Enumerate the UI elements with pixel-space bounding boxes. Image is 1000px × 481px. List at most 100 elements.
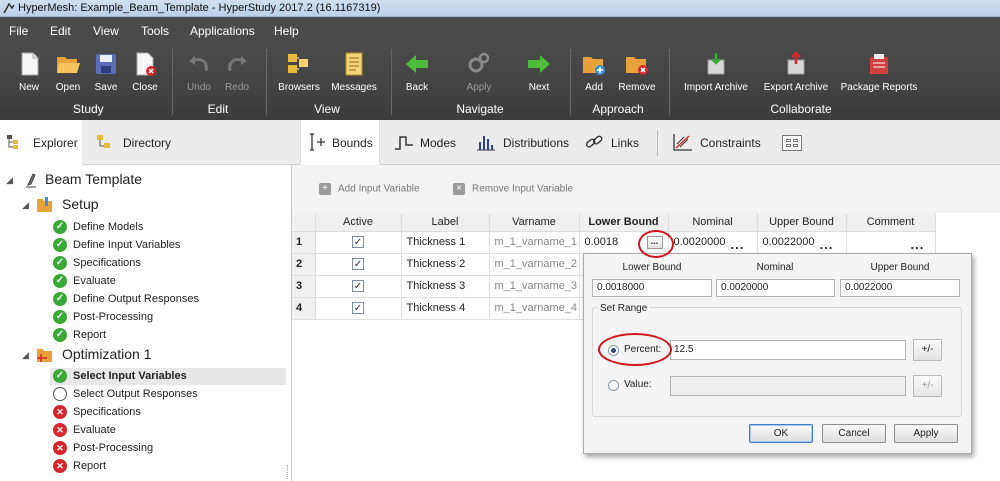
tree-item-evaluate[interactable]: Evaluate <box>50 422 250 439</box>
tree-item-report[interactable]: Report <box>50 458 250 475</box>
column-header-comment[interactable]: Comment <box>846 213 936 232</box>
menu-tools[interactable]: Tools <box>141 24 169 38</box>
tree-item-define-input-variables[interactable]: Define Input Variables <box>50 237 250 254</box>
tree-item-optimization-1[interactable]: ◢ Optimization 1 <box>22 346 222 364</box>
tree-item-define-output-responses[interactable]: Define Output Responses <box>50 291 250 308</box>
menu-bar: File Edit View Tools Applications Help <box>0 17 1000 45</box>
constraints-icon <box>673 134 692 151</box>
varname-cell[interactable]: m_1_varname_1 <box>489 231 580 254</box>
value-radio[interactable] <box>608 380 619 391</box>
apply-dialog-button[interactable]: Apply <box>894 424 958 443</box>
remove-button[interactable]: Remove <box>617 51 657 93</box>
open-button[interactable]: Open <box>52 51 84 93</box>
tab-links[interactable]: Links <box>580 120 644 165</box>
column-header-label[interactable]: Label <box>401 213 490 232</box>
tree-item-post-processing[interactable]: Post-Processing <box>50 440 250 457</box>
active-checkbox[interactable]: ✓ <box>315 275 402 298</box>
back-button[interactable]: Back <box>402 51 432 93</box>
varname-cell[interactable]: m_1_varname_3 <box>489 275 580 298</box>
tab-bounds[interactable]: Bounds <box>300 120 380 165</box>
tab-constraints[interactable]: Constraints <box>669 120 761 165</box>
value-input[interactable] <box>670 376 906 396</box>
percent-input[interactable]: 12.5 <box>670 340 906 360</box>
add-button[interactable]: Add <box>580 51 608 93</box>
package-reports-button[interactable]: Package Reports <box>840 51 918 93</box>
ellipsis-button[interactable]: ... <box>820 237 834 252</box>
popup-lower-bound-input[interactable]: 0.0018000 <box>592 279 712 297</box>
remove-input-variable-button[interactable]: × Remove Input Variable <box>453 183 573 195</box>
tree-item-setup[interactable]: ◢ Setup <box>22 196 222 214</box>
tree-item-post-processing[interactable]: Post-Processing <box>50 309 250 326</box>
nominal-cell[interactable]: 0.0020000 ... <box>668 231 758 254</box>
tree-item-select-output-responses[interactable]: Select Output Responses <box>50 386 250 403</box>
ellipsis-button[interactable]: ... <box>731 237 745 252</box>
package-reports-icon <box>870 54 888 74</box>
menu-file[interactable]: File <box>9 24 28 38</box>
close-button[interactable]: Close <box>129 51 161 93</box>
label-cell[interactable]: Thickness 1 <box>401 231 490 254</box>
tab-distributions[interactable]: Distributions <box>471 120 569 165</box>
links-icon <box>585 135 603 148</box>
next-button[interactable]: Next <box>524 51 554 93</box>
column-header-lower-bound[interactable]: Lower Bound <box>579 213 669 232</box>
menu-applications[interactable]: Applications <box>190 24 255 38</box>
popup-nominal-input[interactable]: 0.0020000 <box>716 279 835 297</box>
active-checkbox[interactable]: ✓ <box>315 297 402 320</box>
popup-upper-bound-input[interactable]: 0.0022000 <box>840 279 960 297</box>
tree-item-report[interactable]: Report <box>50 327 250 344</box>
new-button[interactable]: New <box>13 51 45 93</box>
add-input-variable-button[interactable]: + Add Input Variable <box>319 183 420 195</box>
apply-button[interactable]: Apply <box>464 51 494 93</box>
cancel-button[interactable]: Cancel <box>822 424 886 443</box>
microscope-icon <box>26 173 36 188</box>
column-header-varname[interactable]: Varname <box>489 213 580 232</box>
undo-button[interactable]: Undo <box>184 51 214 93</box>
check-circle-icon <box>53 369 67 383</box>
varname-cell[interactable]: m_1_varname_2 <box>489 253 580 276</box>
ok-button[interactable]: OK <box>749 424 813 443</box>
tree-item-define-models[interactable]: Define Models <box>50 219 250 236</box>
browsers-button[interactable]: Browsers <box>277 51 321 93</box>
table-row[interactable]: 1 ✓ Thickness 1 m_1_varname_1 0.0018 ...… <box>292 231 936 254</box>
tab-explorer[interactable]: Explorer <box>0 120 82 165</box>
ribbon-separator <box>172 49 173 115</box>
import-archive-button[interactable]: Import Archive <box>682 51 750 93</box>
label-cell[interactable]: Thickness 2 <box>401 253 490 276</box>
percent-plus-minus-button[interactable]: +/- <box>913 339 942 361</box>
menu-view[interactable]: View <box>93 24 119 38</box>
export-archive-button[interactable]: Export Archive <box>762 51 830 93</box>
splitter-handle[interactable] <box>287 465 291 479</box>
value-plus-minus-button[interactable]: +/- <box>913 375 942 397</box>
ellipsis-button[interactable]: ... <box>911 237 925 252</box>
x-icon: × <box>453 183 465 195</box>
bounds-icon <box>310 133 325 151</box>
messages-button[interactable]: Messages <box>331 51 377 93</box>
column-header-active[interactable]: Active <box>315 213 402 232</box>
active-checkbox[interactable]: ✓ <box>315 231 402 254</box>
label-cell[interactable]: Thickness 4 <box>401 297 490 320</box>
label-cell[interactable]: Thickness 3 <box>401 275 490 298</box>
ribbon-toolbar: New Open Save Close Undo Redo Browsers M… <box>0 45 1000 120</box>
grid-layout-icon[interactable] <box>782 135 802 151</box>
varname-cell[interactable]: m_1_varname_4 <box>489 297 580 320</box>
tree-item-beam-template[interactable]: ◢ Beam Template <box>6 171 206 189</box>
menu-help[interactable]: Help <box>274 24 299 38</box>
tree-item-evaluate[interactable]: Evaluate <box>50 273 250 290</box>
distributions-icon <box>477 136 495 151</box>
tree-item-specifications[interactable]: Specifications <box>50 404 250 421</box>
comment-cell[interactable]: ... <box>846 231 936 254</box>
column-header-nominal[interactable]: Nominal <box>668 213 758 232</box>
tab-directory[interactable]: Directory <box>90 120 190 165</box>
active-checkbox[interactable]: ✓ <box>315 253 402 276</box>
menu-edit[interactable]: Edit <box>50 24 71 38</box>
group-collaborate: Collaborate <box>770 102 832 116</box>
redo-button[interactable]: Redo <box>222 51 252 93</box>
group-view: View <box>314 102 340 116</box>
tree-item-select-input-variables[interactable]: Select Input Variables <box>50 368 286 385</box>
column-header-upper-bound[interactable]: Upper Bound <box>757 213 847 232</box>
tab-modes[interactable]: Modes <box>390 120 460 165</box>
upper-bound-cell[interactable]: 0.0022000 ... <box>757 231 847 254</box>
save-button[interactable]: Save <box>91 51 121 93</box>
annotation-circle-percent <box>598 333 672 366</box>
tree-item-specifications[interactable]: Specifications <box>50 255 250 272</box>
